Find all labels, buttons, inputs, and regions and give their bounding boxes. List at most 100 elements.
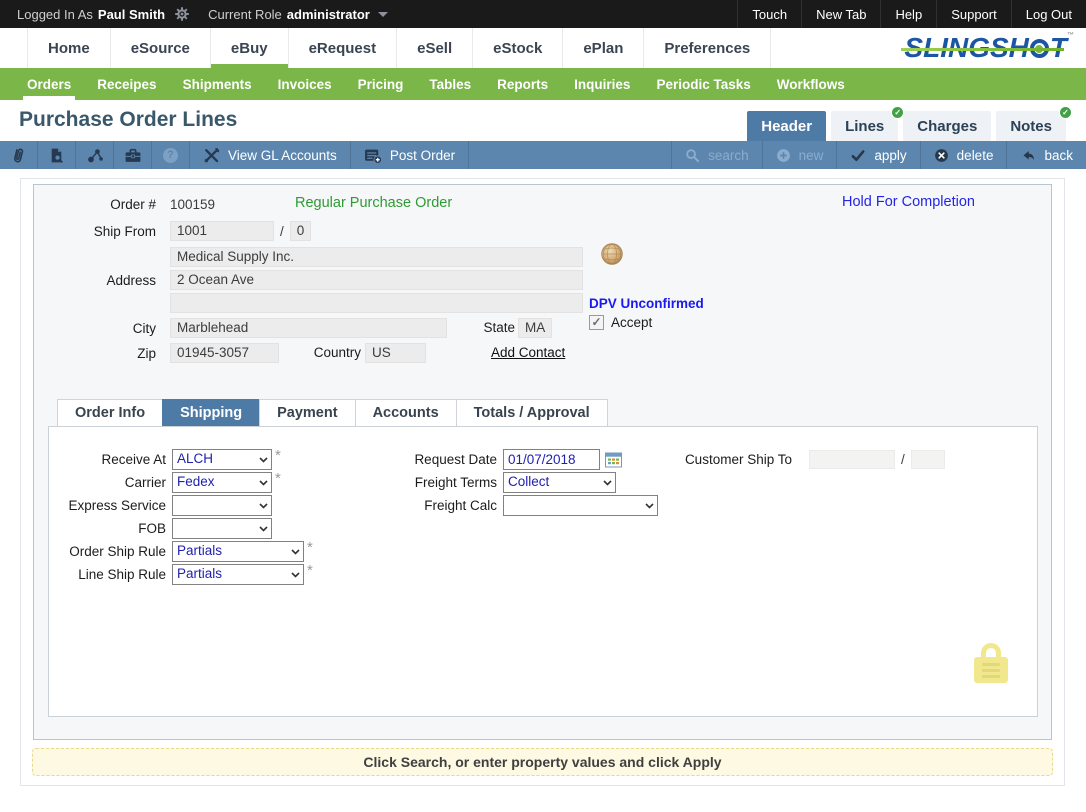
customer-ship-to-slash: / [901,452,905,467]
receive-at-select[interactable]: ALCH [172,449,272,470]
nav-item-ebuy[interactable]: eBuy [211,28,289,68]
city-field[interactable]: Marblehead [170,318,447,338]
customer-ship-to-row: Customer Ship To / [662,449,945,470]
workflow-button[interactable] [76,141,114,169]
subnav-item-invoices[interactable]: Invoices [265,68,345,100]
globe-icon[interactable] [601,243,623,265]
post-order-button[interactable]: Post Order [351,141,469,169]
line-ship-rule-select[interactable]: Partials [172,564,304,585]
delete-button[interactable]: delete [920,141,1007,169]
vendor-name-field[interactable]: Medical Supply Inc. [170,247,583,267]
nav-item-esource[interactable]: eSource [111,28,211,68]
check-icon [850,148,866,163]
address2-field[interactable] [170,293,583,313]
receive-at-label: Receive At [49,452,166,467]
tab-payment[interactable]: Payment [259,399,354,427]
request-date-input[interactable] [503,449,600,470]
calendar-icon[interactable] [604,450,623,469]
nav-item-esell[interactable]: eSell [397,28,473,68]
tab-header[interactable]: Header [747,111,826,141]
subnav-item-reports[interactable]: Reports [484,68,561,100]
city-label: City [34,321,156,336]
subnav-item-tables[interactable]: Tables [416,68,484,100]
chevron-down-icon [641,496,657,515]
tab-notes[interactable]: Notes [996,111,1066,141]
help-button[interactable] [152,141,190,169]
ship-from-seq-field[interactable]: 0 [290,221,311,241]
express-service-value [173,496,255,515]
subnav-item-orders[interactable]: Orders [14,68,84,100]
view-gl-accounts-button[interactable]: View GL Accounts [190,141,351,169]
tab-shipping[interactable]: Shipping [162,399,259,427]
post-order-icon [364,147,382,164]
nav-item-erequest[interactable]: eRequest [289,28,398,68]
nav-item-estock[interactable]: eStock [473,28,563,68]
order-ship-rule-select[interactable]: Partials [172,541,304,562]
back-button[interactable]: back [1006,141,1086,169]
tab-charges[interactable]: Charges [903,111,991,141]
order-header-panel: Order # 100159 Regular Purchase Order Ho… [33,184,1052,740]
content-container: Order # 100159 Regular Purchase Order Ho… [20,178,1065,786]
state-field[interactable]: MA [518,318,552,338]
plus-circle-icon [776,148,791,163]
paperclip-icon [10,147,27,164]
express-service-select[interactable] [172,495,272,516]
dpv-unconfirmed-link[interactable]: DPV Unconfirmed [589,296,704,311]
freight-terms-select[interactable]: Collect [503,472,616,493]
lock-icon[interactable] [973,643,1009,683]
subnav-item-inquiries[interactable]: Inquiries [561,68,643,100]
tab-lines[interactable]: Lines [831,111,898,141]
fob-select[interactable] [172,518,272,539]
nav-item-eplan[interactable]: ePlan [563,28,644,68]
toolbox-button[interactable] [114,141,152,169]
gear-icon[interactable] [174,6,190,22]
line-ship-rule-value: Partials [173,565,287,584]
subnav-item-receipes[interactable]: Receipes [84,68,169,100]
attachments-button[interactable] [0,141,38,169]
carrier-select[interactable]: Fedex [172,472,272,493]
ship-from-field[interactable]: 1001 [170,221,274,241]
hold-for-completion-link[interactable]: Hold For Completion [842,194,975,210]
address1-field[interactable]: 2 Ocean Ave [170,270,583,290]
customer-ship-to-seq-field[interactable] [911,450,945,469]
logout-link[interactable]: Log Out [1011,0,1086,28]
subnav-item-shipments[interactable]: Shipments [170,68,265,100]
document-preview-button[interactable] [38,141,76,169]
carrier-label: Carrier [49,475,166,490]
touch-link[interactable]: Touch [737,0,801,28]
freight-calc-label: Freight Calc [367,498,497,513]
freight-calc-value [504,496,641,515]
customer-ship-to-field[interactable] [809,450,895,469]
status-message-text: Click Search, or enter property values a… [363,754,721,770]
tab-lines-label: Lines [845,118,884,135]
subnav-item-workflows[interactable]: Workflows [764,68,858,100]
support-link[interactable]: Support [936,0,1011,28]
new-tab-link[interactable]: New Tab [801,0,880,28]
apply-button[interactable]: apply [836,141,919,169]
main-nav: Home eSource eBuy eRequest eSell eStock … [0,28,1086,68]
nav-item-preferences[interactable]: Preferences [644,28,771,68]
help-link[interactable]: Help [880,0,936,28]
tab-accounts[interactable]: Accounts [355,399,456,427]
question-icon [163,148,178,163]
role-chevron-down-icon[interactable] [378,12,388,17]
freight-calc-select[interactable] [503,495,658,516]
zip-field[interactable]: 01945-3057 [170,343,279,363]
chevron-down-icon [255,496,271,515]
tab-order-info[interactable]: Order Info [57,399,162,427]
new-label: new [799,148,824,163]
receive-at-row: Receive At ALCH * [49,449,281,470]
subnav-item-pricing[interactable]: Pricing [345,68,417,100]
fob-label: FOB [49,521,166,536]
back-arrow-icon [1020,148,1036,163]
page-header: Purchase Order Lines Header Lines Charge… [0,100,1086,141]
line-ship-rule-row: Line Ship Rule Partials * [49,564,313,585]
subnav-item-periodic-tasks[interactable]: Periodic Tasks [643,68,763,100]
add-contact-link[interactable]: Add Contact [491,345,565,360]
accept-checkbox[interactable] [589,315,604,330]
tab-totals-approval[interactable]: Totals / Approval [456,399,608,427]
ship-from-label: Ship From [34,224,156,239]
country-field[interactable]: US [365,343,426,363]
nav-item-home[interactable]: Home [27,28,111,68]
tools-icon [203,147,220,164]
